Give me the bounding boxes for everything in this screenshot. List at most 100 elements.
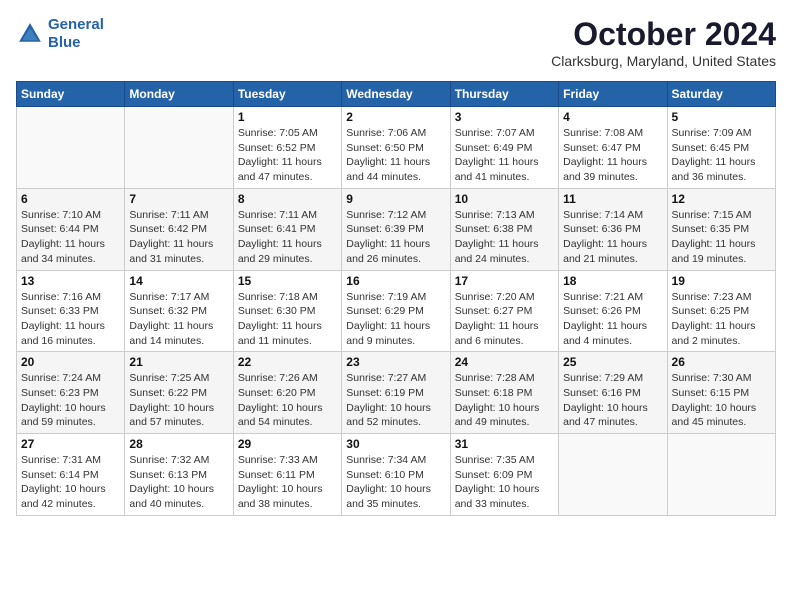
day-number: 19 xyxy=(672,274,771,288)
calendar-cell xyxy=(125,107,233,189)
calendar-cell: 31 Sunrise: 7:35 AM Sunset: 6:09 PM Dayli… xyxy=(450,434,558,516)
day-number: 11 xyxy=(563,192,662,206)
page-header: General Blue October 2024 Clarksburg, Ma… xyxy=(16,16,776,69)
day-detail: Sunrise: 7:24 AM Sunset: 6:23 PM Dayligh… xyxy=(21,371,120,430)
day-detail: Sunrise: 7:10 AM Sunset: 6:44 PM Dayligh… xyxy=(21,208,120,267)
location: Clarksburg, Maryland, United States xyxy=(551,53,776,69)
calendar-cell: 22Sunrise: 7:26 AM Sunset: 6:20 PM Dayli… xyxy=(233,352,341,434)
day-detail: Sunrise: 7:13 AM Sunset: 6:38 PM Dayligh… xyxy=(455,208,554,267)
day-detail: Sunrise: 7:29 AM Sunset: 6:16 PM Dayligh… xyxy=(563,371,662,430)
day-number: 7 xyxy=(129,192,228,206)
calendar-cell: 15 Sunrise: 7:18 AM Sunset: 6:30 PM Dayli… xyxy=(233,270,341,352)
calendar-cell: 4 Sunrise: 7:08 AM Sunset: 6:47 PM Daylig… xyxy=(559,107,667,189)
calendar-cell: 12Sunrise: 7:15 AM Sunset: 6:35 PM Dayli… xyxy=(667,188,775,270)
day-detail: Sunrise: 7:19 AM Sunset: 6:29 PM Dayligh… xyxy=(346,290,445,349)
day-detail: Sunrise: 7:32 AM Sunset: 6:13 PM Dayligh… xyxy=(129,453,228,512)
day-detail: Sunrise: 7:12 AM Sunset: 6:39 PM Dayligh… xyxy=(346,208,445,267)
calendar-cell: 27 Sunrise: 7:31 AM Sunset: 6:14 PM Dayli… xyxy=(17,434,125,516)
calendar-cell: 29Sunrise: 7:33 AM Sunset: 6:11 PM Dayli… xyxy=(233,434,341,516)
calendar-week-row: 6 Sunrise: 7:10 AM Sunset: 6:44 PM Daylig… xyxy=(17,188,776,270)
day-detail: Sunrise: 7:05 AM Sunset: 6:52 PM Dayligh… xyxy=(238,126,337,185)
day-number: 1 xyxy=(238,110,337,124)
day-detail: Sunrise: 7:08 AM Sunset: 6:47 PM Dayligh… xyxy=(563,126,662,185)
day-number: 9 xyxy=(346,192,445,206)
calendar-cell: 1 Sunrise: 7:05 AM Sunset: 6:52 PM Daylig… xyxy=(233,107,341,189)
day-number: 26 xyxy=(672,355,771,369)
calendar-cell: 21 Sunrise: 7:25 AM Sunset: 6:22 PM Dayli… xyxy=(125,352,233,434)
day-number: 25 xyxy=(563,355,662,369)
calendar-cell: 5Sunrise: 7:09 AM Sunset: 6:45 PM Daylig… xyxy=(667,107,775,189)
calendar-cell: 20 Sunrise: 7:24 AM Sunset: 6:23 PM Dayli… xyxy=(17,352,125,434)
logo: General Blue xyxy=(16,16,104,52)
calendar-week-row: 20 Sunrise: 7:24 AM Sunset: 6:23 PM Dayli… xyxy=(17,352,776,434)
day-number: 4 xyxy=(563,110,662,124)
calendar-cell: 25 Sunrise: 7:29 AM Sunset: 6:16 PM Dayli… xyxy=(559,352,667,434)
calendar-week-row: 13 Sunrise: 7:16 AM Sunset: 6:33 PM Dayli… xyxy=(17,270,776,352)
day-detail: Sunrise: 7:25 AM Sunset: 6:22 PM Dayligh… xyxy=(129,371,228,430)
day-number: 16 xyxy=(346,274,445,288)
calendar-cell xyxy=(667,434,775,516)
calendar-cell: 24Sunrise: 7:28 AM Sunset: 6:18 PM Dayli… xyxy=(450,352,558,434)
day-detail: Sunrise: 7:21 AM Sunset: 6:26 PM Dayligh… xyxy=(563,290,662,349)
day-detail: Sunrise: 7:23 AM Sunset: 6:25 PM Dayligh… xyxy=(672,290,771,349)
day-detail: Sunrise: 7:15 AM Sunset: 6:35 PM Dayligh… xyxy=(672,208,771,267)
weekday-header: Wednesday xyxy=(342,82,450,107)
logo-icon xyxy=(16,20,44,48)
logo-text: General Blue xyxy=(48,16,104,52)
calendar-cell: 18Sunrise: 7:21 AM Sunset: 6:26 PM Dayli… xyxy=(559,270,667,352)
calendar-cell: 14 Sunrise: 7:17 AM Sunset: 6:32 PM Dayli… xyxy=(125,270,233,352)
day-number: 13 xyxy=(21,274,120,288)
calendar-cell: 8Sunrise: 7:11 AM Sunset: 6:41 PM Daylig… xyxy=(233,188,341,270)
day-number: 27 xyxy=(21,437,120,451)
calendar-cell: 13 Sunrise: 7:16 AM Sunset: 6:33 PM Dayli… xyxy=(17,270,125,352)
calendar-cell: 10 Sunrise: 7:13 AM Sunset: 6:38 PM Dayli… xyxy=(450,188,558,270)
day-detail: Sunrise: 7:18 AM Sunset: 6:30 PM Dayligh… xyxy=(238,290,337,349)
day-number: 10 xyxy=(455,192,554,206)
calendar-cell: 6 Sunrise: 7:10 AM Sunset: 6:44 PM Daylig… xyxy=(17,188,125,270)
day-detail: Sunrise: 7:30 AM Sunset: 6:15 PM Dayligh… xyxy=(672,371,771,430)
day-detail: Sunrise: 7:11 AM Sunset: 6:42 PM Dayligh… xyxy=(129,208,228,267)
day-number: 15 xyxy=(238,274,337,288)
calendar-week-row: 27 Sunrise: 7:31 AM Sunset: 6:14 PM Dayli… xyxy=(17,434,776,516)
weekday-header: Tuesday xyxy=(233,82,341,107)
calendar-cell: 23Sunrise: 7:27 AM Sunset: 6:19 PM Dayli… xyxy=(342,352,450,434)
calendar-cell: 19 Sunrise: 7:23 AM Sunset: 6:25 PM Dayli… xyxy=(667,270,775,352)
day-detail: Sunrise: 7:07 AM Sunset: 6:49 PM Dayligh… xyxy=(455,126,554,185)
day-detail: Sunrise: 7:16 AM Sunset: 6:33 PM Dayligh… xyxy=(21,290,120,349)
day-detail: Sunrise: 7:17 AM Sunset: 6:32 PM Dayligh… xyxy=(129,290,228,349)
day-number: 21 xyxy=(129,355,228,369)
title-block: October 2024 Clarksburg, Maryland, Unite… xyxy=(551,16,776,69)
calendar-cell: 9 Sunrise: 7:12 AM Sunset: 6:39 PM Daylig… xyxy=(342,188,450,270)
calendar-cell: 28Sunrise: 7:32 AM Sunset: 6:13 PM Dayli… xyxy=(125,434,233,516)
calendar-cell: 11 Sunrise: 7:14 AM Sunset: 6:36 PM Dayli… xyxy=(559,188,667,270)
day-detail: Sunrise: 7:31 AM Sunset: 6:14 PM Dayligh… xyxy=(21,453,120,512)
calendar-cell: 30 Sunrise: 7:34 AM Sunset: 6:10 PM Dayli… xyxy=(342,434,450,516)
day-number: 20 xyxy=(21,355,120,369)
month-title: October 2024 xyxy=(551,16,776,53)
day-number: 23 xyxy=(346,355,445,369)
day-number: 29 xyxy=(238,437,337,451)
weekday-header: Monday xyxy=(125,82,233,107)
day-detail: Sunrise: 7:34 AM Sunset: 6:10 PM Dayligh… xyxy=(346,453,445,512)
day-detail: Sunrise: 7:20 AM Sunset: 6:27 PM Dayligh… xyxy=(455,290,554,349)
day-number: 8 xyxy=(238,192,337,206)
day-number: 2 xyxy=(346,110,445,124)
day-number: 17 xyxy=(455,274,554,288)
calendar-cell: 16 Sunrise: 7:19 AM Sunset: 6:29 PM Dayli… xyxy=(342,270,450,352)
weekday-header-row: SundayMondayTuesdayWednesdayThursdayFrid… xyxy=(17,82,776,107)
day-number: 30 xyxy=(346,437,445,451)
weekday-header: Sunday xyxy=(17,82,125,107)
day-detail: Sunrise: 7:28 AM Sunset: 6:18 PM Dayligh… xyxy=(455,371,554,430)
day-number: 6 xyxy=(21,192,120,206)
day-number: 5 xyxy=(672,110,771,124)
day-detail: Sunrise: 7:14 AM Sunset: 6:36 PM Dayligh… xyxy=(563,208,662,267)
day-number: 3 xyxy=(455,110,554,124)
day-number: 31 xyxy=(455,437,554,451)
day-detail: Sunrise: 7:35 AM Sunset: 6:09 PM Dayligh… xyxy=(455,453,554,512)
day-number: 14 xyxy=(129,274,228,288)
calendar-cell: 7 Sunrise: 7:11 AM Sunset: 6:42 PM Daylig… xyxy=(125,188,233,270)
day-detail: Sunrise: 7:06 AM Sunset: 6:50 PM Dayligh… xyxy=(346,126,445,185)
weekday-header: Friday xyxy=(559,82,667,107)
calendar-cell: 3 Sunrise: 7:07 AM Sunset: 6:49 PM Daylig… xyxy=(450,107,558,189)
weekday-header: Saturday xyxy=(667,82,775,107)
